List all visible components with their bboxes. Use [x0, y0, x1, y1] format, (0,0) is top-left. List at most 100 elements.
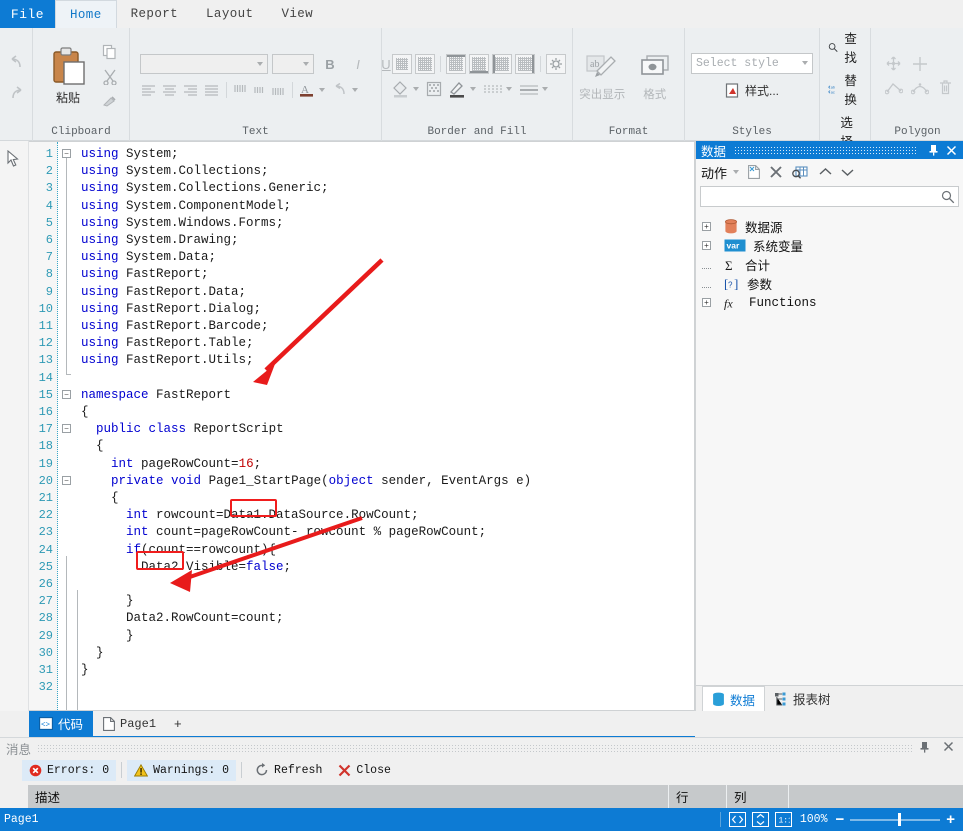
- italic-button[interactable]: I: [346, 53, 370, 75]
- align-right-icon[interactable]: [182, 83, 199, 97]
- tab-file[interactable]: File: [0, 0, 55, 28]
- code-line[interactable]: 31}: [29, 662, 694, 679]
- code-line[interactable]: 25 Data2.Visible=false;: [29, 559, 694, 576]
- border-width-icon[interactable]: [519, 82, 539, 96]
- data-search-box[interactable]: [700, 186, 959, 207]
- move-points-icon[interactable]: [885, 55, 902, 72]
- code-line[interactable]: 19 int pageRowCount=16;: [29, 456, 694, 473]
- close-icon[interactable]: [944, 143, 958, 157]
- close-messages-button[interactable]: Close: [330, 764, 399, 777]
- fill-color-icon[interactable]: [392, 80, 410, 98]
- chevron-down-icon[interactable]: [470, 87, 476, 91]
- chevron-down-icon[interactable]: [840, 166, 855, 178]
- redo-icon[interactable]: [8, 85, 25, 102]
- code-line[interactable]: 32: [29, 679, 694, 696]
- fold-toggle-icon[interactable]: −: [62, 149, 71, 158]
- chevron-down-icon[interactable]: [413, 87, 419, 91]
- code-line[interactable]: 10 using FastReport.Dialog;: [29, 301, 694, 318]
- code-line[interactable]: 13 using FastReport.Utils;: [29, 352, 694, 369]
- text-rotation-icon[interactable]: [332, 82, 348, 98]
- tab-code[interactable]: <> 代码: [29, 711, 94, 736]
- action-menu-label[interactable]: 动作: [701, 163, 727, 182]
- paste-button[interactable]: 粘贴: [39, 46, 97, 106]
- delete-x-icon[interactable]: [769, 165, 783, 179]
- code-line[interactable]: 12 using FastReport.Table;: [29, 335, 694, 352]
- expand-plus-icon[interactable]: +: [702, 298, 711, 307]
- tab-report[interactable]: Report: [117, 0, 192, 28]
- code-line[interactable]: 27 }: [29, 593, 694, 610]
- tab-home[interactable]: Home: [55, 0, 117, 28]
- tab-data[interactable]: 数据: [702, 686, 766, 711]
- code-line[interactable]: 29 }: [29, 628, 694, 645]
- zoom-slider[interactable]: [850, 813, 941, 826]
- code-line[interactable]: 23 int count=pageRowCount- rowcount % pa…: [29, 524, 694, 541]
- code-line[interactable]: 7 using System.Data;: [29, 249, 694, 266]
- fit-page-icon[interactable]: [751, 812, 769, 827]
- chevron-down-icon[interactable]: [506, 87, 512, 91]
- chevron-down-icon[interactable]: [542, 87, 548, 91]
- align-left-icon[interactable]: [140, 83, 157, 97]
- code-line[interactable]: 21 {: [29, 490, 694, 507]
- slider-thumb[interactable]: [897, 813, 901, 826]
- code-line[interactable]: 11 using FastReport.Barcode;: [29, 318, 694, 335]
- fold-toggle-icon[interactable]: −: [62, 475, 71, 485]
- code-line[interactable]: 24 if(count==rowcount){: [29, 542, 694, 559]
- trash-icon[interactable]: [938, 79, 953, 96]
- code-line[interactable]: 8 using FastReport;: [29, 266, 694, 283]
- view-data-icon[interactable]: [792, 165, 808, 180]
- column-header-line[interactable]: 行: [669, 785, 727, 808]
- chevron-up-icon[interactable]: [818, 166, 833, 178]
- actual-size-icon[interactable]: 1:1: [774, 812, 792, 827]
- tab-layout[interactable]: Layout: [192, 0, 267, 28]
- styles-dialog-button[interactable]: 样式...: [725, 82, 779, 99]
- code-line[interactable]: 4 using System.ComponentModel;: [29, 198, 694, 215]
- border-top-icon[interactable]: [446, 53, 466, 74]
- code-line[interactable]: 30 }: [29, 645, 694, 662]
- replace-button[interactable]: ab ac 替换: [828, 70, 862, 108]
- errors-button[interactable]: Errors: 0: [22, 759, 117, 781]
- code-line[interactable]: 15− namespace FastReport: [29, 387, 694, 404]
- format-painter-icon[interactable]: [102, 94, 118, 108]
- expand-plus-icon[interactable]: +: [702, 222, 711, 231]
- mouse-pointer-icon[interactable]: [6, 149, 20, 170]
- refresh-button[interactable]: Refresh: [247, 763, 330, 777]
- border-left-icon[interactable]: [492, 53, 512, 74]
- add-point-icon[interactable]: [911, 55, 929, 73]
- code-line[interactable]: 5 using System.Windows.Forms;: [29, 215, 694, 232]
- code-line[interactable]: 6 using System.Drawing;: [29, 232, 694, 249]
- border-bottom-icon[interactable]: [469, 53, 489, 74]
- fit-width-icon[interactable]: [728, 812, 746, 827]
- border-settings-icon[interactable]: [546, 53, 566, 74]
- fold-toggle-icon[interactable]: −: [62, 424, 71, 434]
- code-line[interactable]: 22 int rowcount=Data1.DataSource.RowCoun…: [29, 507, 694, 524]
- tab-page1[interactable]: Page1: [93, 711, 166, 736]
- font-color-icon[interactable]: A: [299, 83, 315, 98]
- chevron-down-icon[interactable]: [733, 170, 740, 174]
- valign-top-icon[interactable]: [233, 83, 248, 97]
- data-tree-node[interactable]: + 数据源: [702, 217, 963, 236]
- code-line[interactable]: 14: [29, 370, 694, 387]
- format-button[interactable]: 格式: [632, 50, 679, 102]
- valign-bottom-icon[interactable]: [271, 83, 286, 97]
- close-icon[interactable]: [943, 741, 954, 755]
- tab-view[interactable]: View: [267, 0, 327, 28]
- pin-icon[interactable]: [919, 741, 930, 756]
- warnings-button[interactable]: Warnings: 0: [127, 759, 237, 781]
- fold-toggle-icon[interactable]: −: [62, 389, 71, 399]
- column-header-description[interactable]: 描述: [28, 785, 669, 808]
- data-tree-node[interactable]: []? 参数: [702, 274, 963, 293]
- code-line[interactable]: 18 {: [29, 438, 694, 455]
- code-line[interactable]: 28 Data2.RowCount=count;: [29, 610, 694, 627]
- data-tree-node[interactable]: + fx Functions: [702, 293, 963, 312]
- curve-segment-icon[interactable]: [910, 80, 929, 96]
- align-justify-icon[interactable]: [203, 83, 220, 97]
- undo-icon[interactable]: [8, 54, 25, 71]
- add-page-button[interactable]: +: [166, 716, 190, 731]
- font-size-combo[interactable]: [272, 54, 314, 74]
- pin-icon[interactable]: [926, 143, 940, 157]
- code-line[interactable]: 20− private void Page1_StartPage(object …: [29, 473, 694, 490]
- data-tree[interactable]: + 数据源 + var 系统变量 Σ 合计 []? 参数 + fx Functions: [696, 211, 963, 312]
- data-tree-node[interactable]: + var 系统变量: [702, 236, 963, 255]
- select-style-combo[interactable]: Select style: [691, 52, 813, 74]
- expand-plus-icon[interactable]: +: [702, 241, 711, 250]
